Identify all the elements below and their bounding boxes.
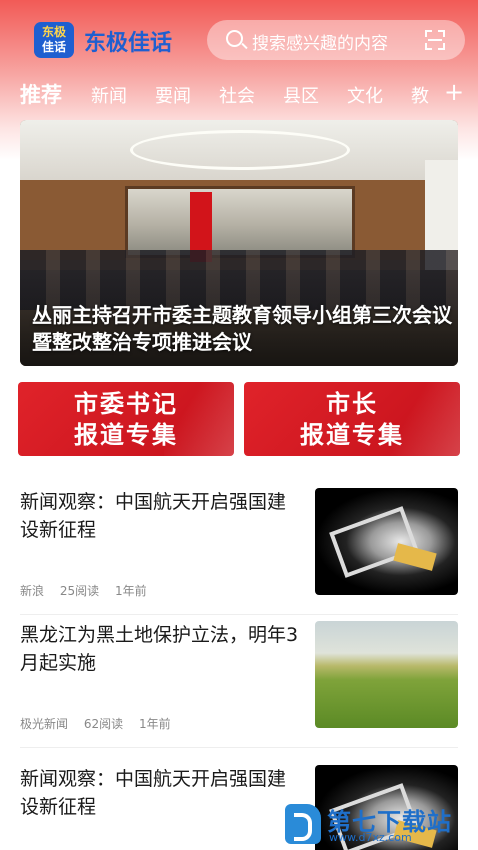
news-title: 新闻观察：中国航天开启强国建设新征程 [20, 491, 287, 541]
app-logo[interactable]: 东极 佳话 [34, 22, 74, 58]
banner-line1: 市长 [326, 390, 378, 418]
app-header: 东极 佳话 东极佳话 搜索感兴趣的内容 [0, 0, 478, 80]
banner-line2: 报道专集 [300, 421, 404, 449]
tab-headlines[interactable]: 要闻 [155, 82, 191, 108]
news-item[interactable]: 黑龙江为黑土地保护立法，明年3月起实施 极光新闻 62阅读 1年前 [0, 621, 478, 731]
news-item[interactable]: 新闻观察：中国航天开启强国建设新征程 新浪 25阅读 1年前 [0, 488, 478, 598]
news-title: 新闻观察：中国航天开启强国建设新征程 [20, 768, 287, 818]
news-meta: 极光新闻 62阅读 1年前 [20, 715, 183, 732]
news-reads: 62阅读 [83, 717, 124, 731]
mayor-report-banner[interactable]: 市长 报道专集 [244, 382, 460, 456]
tab-news[interactable]: 新闻 [91, 82, 127, 108]
hero-title: 丛丽主持召开市委主题教育领导小组第三次会议暨整改整治专项推进会议 [32, 303, 452, 354]
watermark-logo: 第七下载站 www.d7xz.com [283, 800, 473, 848]
divider [20, 747, 458, 748]
news-thumbnail [315, 488, 458, 595]
category-tabs: 推荐 新闻 要闻 社会 县区 文化 教 + [0, 76, 478, 112]
tab-society[interactable]: 社会 [219, 82, 255, 108]
news-reads: 25阅读 [59, 584, 100, 598]
news-thumbnail [315, 621, 458, 728]
logo-line1: 东极 [41, 25, 66, 39]
news-time: 1年前 [138, 717, 171, 731]
divider [20, 614, 458, 615]
tab-counties[interactable]: 县区 [283, 82, 319, 108]
scan-icon[interactable] [425, 30, 445, 50]
app-brand-name: 东极佳话 [84, 31, 173, 56]
news-source: 极光新闻 [20, 717, 69, 731]
news-title: 黑龙江为黑土地保护立法，明年3月起实施 [20, 624, 299, 674]
watermark-icon [285, 804, 321, 844]
banner-line1: 市委书记 [74, 390, 178, 418]
tab-education[interactable]: 教 [411, 82, 429, 108]
party-secretary-report-banner[interactable]: 市委书记 报道专集 [18, 382, 234, 456]
logo-line2: 佳话 [41, 40, 66, 54]
tab-recommend[interactable]: 推荐 [20, 79, 62, 109]
search-placeholder: 搜索感兴趣的内容 [252, 34, 388, 54]
banner-line2: 报道专集 [74, 421, 178, 449]
news-source: 新浪 [20, 584, 45, 598]
search-icon [226, 30, 243, 47]
news-meta: 新浪 25阅读 1年前 [20, 582, 159, 599]
watermark-url: www.d7xz.com [329, 831, 412, 844]
add-tab-icon[interactable]: + [444, 78, 464, 106]
tab-culture[interactable]: 文化 [347, 82, 383, 108]
news-time: 1年前 [114, 584, 147, 598]
hero-news-card[interactable]: 丛丽主持召开市委主题教育领导小组第三次会议暨整改整治专项推进会议 [20, 120, 458, 366]
search-bar[interactable]: 搜索感兴趣的内容 [207, 20, 465, 60]
